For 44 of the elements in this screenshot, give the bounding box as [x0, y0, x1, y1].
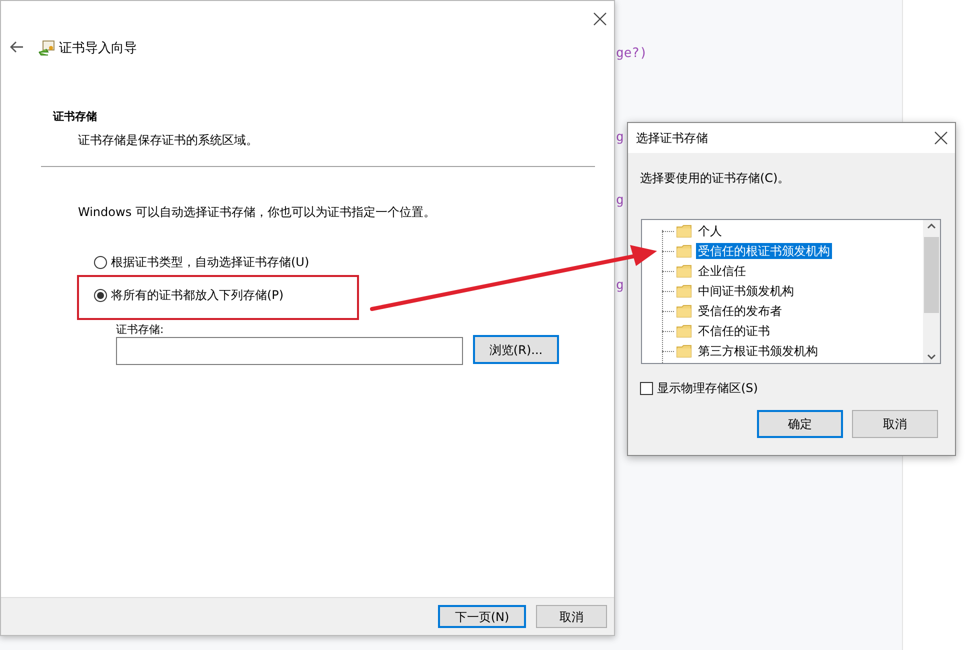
section-description: 证书存储是保存证书的系统区域。 — [78, 132, 258, 149]
section-title: 证书存储 — [53, 109, 97, 125]
back-arrow-icon[interactable] — [10, 41, 24, 53]
code-text: g — [616, 277, 624, 295]
dialog-button[interactable]: 取消 — [536, 605, 607, 628]
tree-item[interactable]: 受信任的发布者 — [696, 303, 784, 319]
tree-item[interactable]: 第三方根证书颁发机构 — [696, 343, 820, 359]
checkbox-label[interactable]: 显示物理存储区(S) — [657, 379, 758, 397]
folder-icon — [676, 304, 692, 318]
dialog-button[interactable]: 确定 — [757, 410, 843, 438]
dialog-button[interactable]: 取消 — [852, 410, 938, 438]
radio-label[interactable]: 根据证书类型，自动选择证书存储(U) — [111, 253, 310, 271]
dialog-title: 选择证书存储 — [636, 130, 708, 147]
close-icon[interactable] — [934, 131, 948, 145]
scroll-up-icon[interactable] — [927, 223, 936, 229]
radio-button[interactable] — [94, 288, 107, 302]
field-label: 证书存储: — [116, 323, 164, 336]
code-text: ge?) — [616, 45, 648, 63]
radio-button[interactable] — [94, 256, 107, 268]
tree-item[interactable]: 不信任的证书 — [696, 323, 772, 339]
tree-item[interactable]: 中间证书颁发机构 — [696, 283, 796, 299]
checkbox[interactable] — [640, 382, 653, 394]
folder-icon — [676, 264, 692, 278]
code-text: g — [616, 192, 624, 210]
scrollbar[interactable] — [923, 220, 940, 363]
intro-text: Windows 可以自动选择证书存储，你也可以为证书指定一个位置。 — [78, 204, 436, 221]
folder-icon — [676, 244, 692, 258]
folder-icon — [676, 284, 692, 298]
tree-item[interactable]: 企业信任 — [696, 263, 748, 279]
browse-button[interactable]: 浏览(R)... — [473, 335, 559, 364]
tree-item[interactable]: 个人 — [696, 223, 724, 239]
dialog-button[interactable]: 下一页(N) — [438, 605, 526, 628]
folder-icon — [676, 344, 692, 358]
folder-icon — [676, 324, 692, 338]
scroll-down-icon[interactable] — [927, 354, 936, 360]
wizard-title: 证书导入向导 — [59, 40, 137, 58]
code-text: g — [616, 129, 624, 147]
prompt-text: 选择要使用的证书存储(C)。 — [640, 170, 790, 187]
store-field[interactable] — [116, 337, 463, 365]
tree-item[interactable]: 受信任的根证书颁发机构 — [696, 243, 832, 259]
close-icon[interactable] — [593, 12, 607, 26]
folder-icon — [676, 224, 692, 238]
certificate-icon — [38, 40, 55, 56]
radio-label[interactable]: 将所有的证书都放入下列存储(P) — [111, 286, 284, 304]
